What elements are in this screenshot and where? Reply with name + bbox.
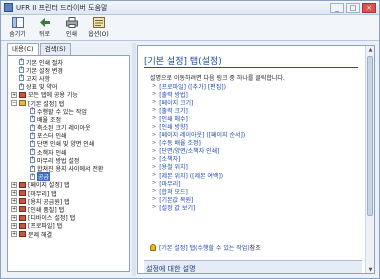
tree-item[interactable]: + 문제 해결: [8, 230, 129, 239]
back-button[interactable]: 뒤로: [32, 17, 57, 38]
link-arrow-icon: >: [152, 83, 157, 90]
options-button[interactable]: 옵션(O): [86, 17, 111, 38]
toolbar: 숨기기 뒤로 인쇄 옵션(O): [1, 15, 379, 41]
expand-icon[interactable]: +: [11, 222, 17, 229]
link-arrow-icon: >: [152, 123, 157, 130]
back-arrow-icon: [39, 17, 51, 28]
help-app-icon: [4, 3, 13, 12]
help-page-icon: [30, 173, 35, 180]
book-icon: [19, 190, 26, 197]
tree-item[interactable]: 단면 인쇄 및 양면 인쇄: [8, 140, 129, 148]
expand-icon[interactable]: +: [11, 91, 17, 98]
settings-link-list: > [프로파일] ([추가] [편집]) > [출력 방법] > [페이지 크기] >…: [152, 82, 245, 212]
window-title: UFR II 프린터 드라이버 도움말: [16, 3, 108, 12]
options-icon: [92, 17, 105, 28]
hide-icon: [11, 17, 24, 28]
contents-tree: 기본 인쇄 절차 기본 설정 변경 고지 사항 상표 및 약어 +모든 탭에 공…: [8, 56, 129, 239]
contents-tree-pane: 기본 인쇄 절차 기본 설정 변경 고지 사항 상표 및 약어 +모든 탭에 공…: [7, 55, 130, 272]
tree-item[interactable]: 축소된 크기 레이아웃: [8, 124, 129, 132]
section-title: 설정에 대한 설명: [146, 265, 196, 273]
lightbulb-icon: [150, 244, 156, 251]
vertical-scrollbar[interactable]: ▲ ▼: [365, 46, 374, 273]
scroll-thumb[interactable]: [367, 56, 373, 216]
link-arrow-icon: >: [152, 147, 157, 154]
expand-icon[interactable]: +: [11, 190, 17, 197]
help-page-icon: [30, 140, 35, 147]
hide-button[interactable]: 숨기기: [5, 17, 30, 38]
close-button[interactable]: ×: [362, 2, 376, 13]
tree-item[interactable]: + [프로파일] 탭: [8, 222, 129, 230]
link-arrow-icon: >: [152, 180, 157, 187]
tree-item[interactable]: + [용지 공급원] 탭: [8, 197, 129, 206]
book-icon: [19, 222, 26, 229]
print-button[interactable]: 인쇄: [59, 17, 84, 38]
help-page-icon: [30, 107, 35, 115]
expand-icon[interactable]: +: [11, 198, 17, 205]
title-bar: UFR II 프린터 드라이버 도움말 _ □ ×: [1, 1, 379, 15]
book-icon: [19, 206, 26, 213]
expand-icon[interactable]: +: [11, 206, 17, 213]
printer-icon: [65, 17, 78, 28]
reference-link[interactable]: [기본 설정] 탭(수행할 수 있는 작업): [159, 243, 250, 252]
pane-splitter[interactable]: [132, 43, 136, 276]
help-page-icon: [19, 83, 24, 90]
help-page-icon: [30, 156, 35, 164]
page-title: [기본 설정] 탭(설정): [144, 57, 222, 67]
link-arrow-icon: >: [152, 91, 157, 98]
tree-item[interactable]: 수행할 수 있는 작업: [8, 107, 129, 116]
link-arrow-icon: >: [152, 139, 157, 146]
link-arrow-icon: >: [152, 155, 157, 162]
tree-item[interactable]: + [페이지 설정] 탭: [8, 181, 129, 189]
collapse-icon[interactable]: −: [11, 100, 17, 107]
scroll-down-icon[interactable]: ▼: [366, 266, 374, 273]
expand-icon[interactable]: +: [11, 181, 17, 188]
help-page-icon: [30, 132, 35, 139]
expand-icon[interactable]: +: [11, 214, 17, 221]
book-icon: [19, 181, 26, 188]
hide-label: 숨기기: [9, 31, 26, 38]
scroll-up-icon[interactable]: ▲: [366, 46, 374, 55]
link-arrow-icon: >: [152, 163, 157, 170]
help-window: UFR II 프린터 드라이버 도움말 _ □ × 숨기기 뒤로 인쇄 옵션(O…: [0, 0, 380, 279]
print-label: 인쇄: [65, 31, 78, 38]
back-label: 뒤로: [38, 31, 51, 38]
book-icon: [19, 231, 26, 238]
content-pane: [기본 설정] 탭(설정) 설명으로 이동하려면 다음 링크 중 하나를 클릭합…: [137, 45, 375, 274]
book-icon: [19, 214, 26, 221]
reference-suffix: 참조: [249, 245, 261, 252]
book-icon: [19, 91, 26, 98]
link-arrow-icon: >: [152, 188, 157, 195]
minimize-button[interactable]: _: [330, 2, 344, 13]
tree-item[interactable]: + [디바이스 설정] 탭: [8, 214, 129, 222]
help-page-icon: [30, 115, 35, 123]
help-page-icon: [30, 165, 35, 172]
help-page-icon: [30, 124, 35, 131]
help-page-icon: [19, 66, 24, 74]
link-arrow-icon: >: [152, 131, 157, 138]
link-arrow-icon: >: [152, 99, 157, 106]
link-arrow-icon: >: [152, 196, 157, 203]
maximize-button[interactable]: □: [346, 2, 360, 13]
setting-link[interactable]: > [설정 값 보기]: [152, 203, 245, 212]
book-icon: [19, 198, 26, 205]
link-arrow-icon: >: [152, 115, 157, 122]
link-arrow-icon: >: [152, 107, 157, 114]
tree-item[interactable]: 합쳐진 용지 사이에서 전환: [8, 164, 129, 173]
title-divider: [144, 67, 358, 68]
tree-item[interactable]: + 모든 탭에 공용 기능: [8, 91, 129, 99]
reference-note: [기본 설정] 탭(수행할 수 있는 작업) 참조: [150, 243, 261, 252]
tab-search[interactable]: 검색(S): [39, 43, 71, 55]
link-arrow-icon: >: [152, 204, 157, 211]
expand-icon[interactable]: +: [11, 231, 17, 238]
help-page-icon: [19, 58, 24, 66]
link-arrow-icon: >: [152, 172, 157, 179]
options-label: 옵션(O): [88, 31, 109, 38]
open-book-icon: [19, 100, 26, 107]
help-page-icon: [30, 148, 35, 156]
help-page-icon: [19, 74, 24, 82]
